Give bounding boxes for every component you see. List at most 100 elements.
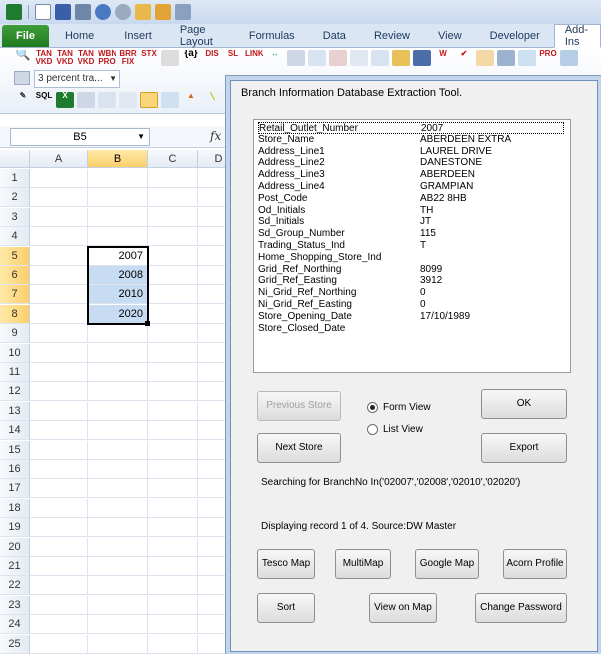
column-header-c[interactable]: C: [148, 150, 198, 168]
tab-formulas[interactable]: Formulas: [235, 25, 309, 47]
row-header[interactable]: 19: [0, 518, 30, 538]
folder-star-icon[interactable]: [155, 4, 171, 20]
grid-cell[interactable]: [88, 401, 148, 421]
row-header[interactable]: 10: [0, 343, 30, 363]
grid-cell[interactable]: [88, 169, 148, 188]
folder-icon[interactable]: [392, 50, 410, 66]
row-header[interactable]: 14: [0, 421, 30, 441]
grid-cell[interactable]: [148, 421, 198, 441]
search-icon[interactable]: 🔍: [14, 50, 32, 66]
grid-cell[interactable]: [30, 304, 88, 324]
grid-cell[interactable]: [30, 460, 88, 479]
grid-cell[interactable]: [148, 169, 198, 188]
grid-cell[interactable]: [88, 440, 148, 460]
sort-button[interactable]: Sort: [257, 593, 315, 623]
grid-cell[interactable]: [30, 285, 88, 305]
calendar-icon[interactable]: [287, 50, 305, 66]
grid-cell[interactable]: [148, 460, 198, 479]
grid-cell[interactable]: [88, 595, 148, 615]
row-header[interactable]: 13: [0, 401, 30, 421]
grid-cell[interactable]: [30, 576, 88, 596]
grid-cell[interactable]: [88, 227, 148, 247]
dropdown-icon[interactable]: [350, 50, 368, 66]
grid-cell[interactable]: [148, 382, 198, 402]
grid-cell[interactable]: [30, 479, 88, 499]
excel-icon[interactable]: X: [56, 92, 74, 108]
grid-cell[interactable]: [88, 363, 148, 382]
table-icon[interactable]: [518, 50, 536, 66]
gear-icon[interactable]: [161, 50, 179, 66]
row-header[interactable]: 1: [0, 169, 30, 188]
grid-cell[interactable]: [88, 479, 148, 499]
grid-cell[interactable]: [148, 518, 198, 538]
grid-cell[interactable]: [148, 615, 198, 635]
select-all-corner[interactable]: [0, 150, 30, 168]
tab-insert[interactable]: Insert: [110, 25, 166, 47]
grid-cell[interactable]: [88, 188, 148, 208]
wrap-off-icon[interactable]: W: [434, 50, 452, 66]
row-header[interactable]: 20: [0, 537, 30, 557]
grid-cell[interactable]: 2007: [88, 246, 148, 266]
grid-cell[interactable]: [30, 518, 88, 538]
grid-cell[interactable]: [30, 363, 88, 382]
row-header[interactable]: 12: [0, 382, 30, 402]
grid-cell[interactable]: [148, 207, 198, 227]
row-header[interactable]: 3: [0, 207, 30, 227]
previous-store-button[interactable]: Previous Store: [257, 391, 341, 421]
branch-fields-listbox[interactable]: Retail_Outlet_Number 2007 Store_Name ABERDE…: [253, 119, 571, 373]
grid-cell[interactable]: [30, 634, 88, 654]
grid-cell[interactable]: [148, 479, 198, 499]
multimap-button[interactable]: MultiMap: [335, 549, 391, 579]
grid-cell[interactable]: [148, 595, 198, 615]
change-password-button[interactable]: Change Password: [475, 593, 567, 623]
addin-tool-icon[interactable]: BRR FIX: [119, 50, 137, 66]
form-view-radio[interactable]: Form View: [367, 402, 431, 413]
row-header[interactable]: 17: [0, 479, 30, 499]
addin-tool-icon[interactable]: SL: [224, 50, 242, 66]
save-icon[interactable]: [413, 50, 431, 66]
grid-cell[interactable]: [88, 382, 148, 402]
sql-icon[interactable]: SQL: [35, 92, 53, 108]
tab-home[interactable]: Home: [49, 25, 110, 47]
grid-cell[interactable]: [148, 304, 198, 324]
grid-cell[interactable]: [148, 498, 198, 518]
grid-cell[interactable]: [148, 401, 198, 421]
grid-cell[interactable]: [148, 227, 198, 247]
car-icon[interactable]: [98, 92, 116, 108]
undo-icon[interactable]: [95, 4, 111, 20]
grid-cell[interactable]: [148, 537, 198, 557]
grid-cell[interactable]: [88, 324, 148, 344]
column-header-b[interactable]: B: [88, 150, 148, 168]
email-icon[interactable]: [371, 50, 389, 66]
grid-cell[interactable]: [88, 576, 148, 596]
google-map-button[interactable]: Google Map: [415, 549, 479, 579]
addin-tool-icon[interactable]: DIS: [203, 50, 221, 66]
row-header[interactable]: 25: [0, 634, 30, 654]
redo-icon[interactable]: [115, 4, 131, 20]
grid-cell[interactable]: [30, 595, 88, 615]
export-button[interactable]: Export: [481, 433, 567, 463]
refresh-icon[interactable]: [161, 92, 179, 108]
addin-tool-icon[interactable]: STX: [140, 50, 158, 66]
row-header[interactable]: 22: [0, 576, 30, 596]
ok-button[interactable]: OK: [481, 389, 567, 419]
grid-cell[interactable]: [148, 363, 198, 382]
tesco-map-button[interactable]: Tesco Map: [257, 549, 315, 579]
grid-cell[interactable]: [148, 576, 198, 596]
row-header[interactable]: 16: [0, 460, 30, 479]
grid-cell[interactable]: [88, 207, 148, 227]
addin-tool-icon[interactable]: TAN VKD: [77, 50, 95, 66]
print-preview-icon[interactable]: [175, 4, 191, 20]
grid-cell[interactable]: [30, 421, 88, 441]
arrows-icon[interactable]: ↔: [266, 50, 284, 66]
save-icon[interactable]: [55, 4, 71, 20]
list-view-radio[interactable]: List View: [367, 424, 423, 435]
grid-cell[interactable]: [30, 537, 88, 557]
grid-cell[interactable]: [30, 227, 88, 247]
row-header[interactable]: 9: [0, 324, 30, 344]
grid-cell[interactable]: [88, 460, 148, 479]
grid-cell[interactable]: [88, 421, 148, 441]
grid-cell[interactable]: [148, 188, 198, 208]
fill-handle[interactable]: [145, 321, 150, 327]
grid-cell[interactable]: [148, 634, 198, 654]
